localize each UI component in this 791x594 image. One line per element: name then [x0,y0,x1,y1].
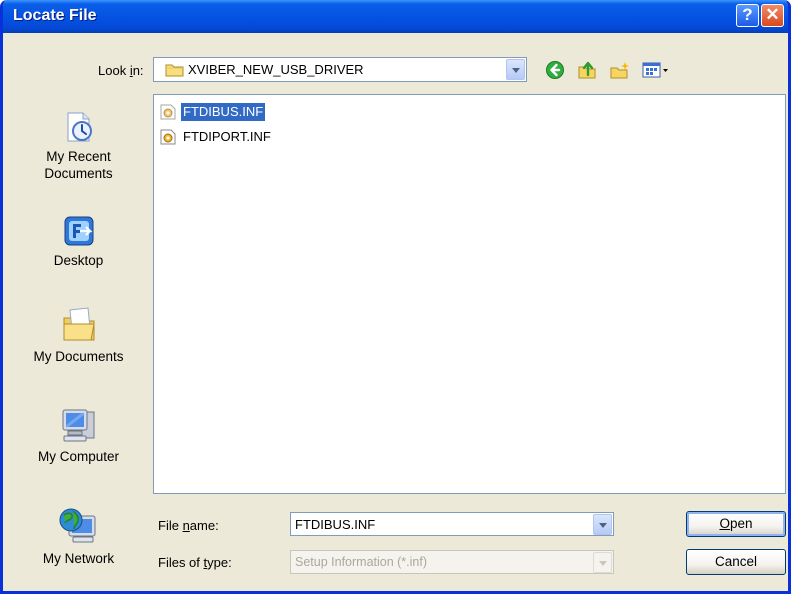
files-of-type-value: Setup Information (*.inf) [295,555,428,569]
place-my-computer[interactable]: My Computer [11,406,146,465]
files-of-type-label-suffix: ype: [207,555,232,570]
file-item-ftdiport[interactable]: FTDIPORT.INF [159,128,339,146]
look-in-label-suffix: n: [132,63,144,78]
folder-icon [165,64,184,77]
my-computer-icon [62,409,94,442]
file-name-label-suffix: ame: [189,518,219,533]
cancel-button[interactable]: Cancel [686,549,786,575]
help-button[interactable]: ? [736,4,759,27]
my-documents-icon [63,307,95,341]
place-label-my-computer: My Computer [37,449,120,464]
look-in-label: Look in: [98,63,144,78]
up-folder-icon[interactable] [577,60,597,80]
place-recent-documents[interactable]: My Recent Documents [11,110,146,182]
place-label-my-documents: My Documents [33,349,124,364]
open-mnemonic: O [719,516,730,531]
open-button[interactable]: Open [686,511,786,537]
file-item-ftdibus[interactable]: FTDIBUS.INF [159,102,339,122]
file-name-label: File name: [158,518,219,533]
setup-information-file-icon [160,129,176,145]
file-name: FTDIBUS.INF [179,102,267,122]
place-my-documents[interactable]: My Documents [11,304,146,365]
locate-file-dialog: Locate File ? ✕ Look in: XVIBER_NEW_USB_… [0,0,791,594]
close-button[interactable]: ✕ [761,4,784,27]
look-in-dropdown-button[interactable] [506,59,525,80]
file-name-mnemonic: n [182,518,190,533]
my-network-icon [59,508,95,543]
place-my-network[interactable]: My Network [11,506,146,567]
back-icon[interactable] [545,60,565,80]
look-in-combobox[interactable]: XVIBER_NEW_USB_DRIVER [153,57,527,82]
recent-documents-icon [67,112,92,142]
new-folder-icon[interactable] [610,60,630,80]
title-bar[interactable]: Locate File ? ✕ [3,0,788,33]
file-name-dropdown-button[interactable] [593,514,612,535]
places-bar: My Recent Documents Desktop My Documents [11,94,146,582]
desktop-icon [64,216,93,246]
files-of-type-combobox[interactable]: Setup Information (*.inf) [290,550,614,574]
file-name: FTDIPORT.INF [183,129,271,144]
views-menu-icon[interactable] [642,60,672,80]
file-name-combobox[interactable]: FTDIBUS.INF [290,512,614,536]
look-in-value: XVIBER_NEW_USB_DRIVER [188,62,364,77]
place-label-my-network: My Network [42,551,115,566]
place-label-recent: My Recent Documents [44,149,113,181]
look-in-label-text: Look [98,63,130,78]
files-of-type-dropdown-button[interactable] [593,552,612,573]
file-list[interactable]: FTDIBUS.INF FTDIPORT.INF [153,94,786,494]
place-desktop[interactable]: Desktop [11,214,146,269]
place-label-desktop: Desktop [53,253,104,268]
open-label-rest: pen [729,516,753,531]
file-name-value: FTDIBUS.INF [295,517,376,532]
window-title: Locate File [13,7,97,24]
files-of-type-label: Files of type: [158,555,232,570]
setup-information-file-icon [160,104,176,120]
files-of-type-label-text: Files of [158,555,204,570]
file-name-label-text: File [158,518,183,533]
